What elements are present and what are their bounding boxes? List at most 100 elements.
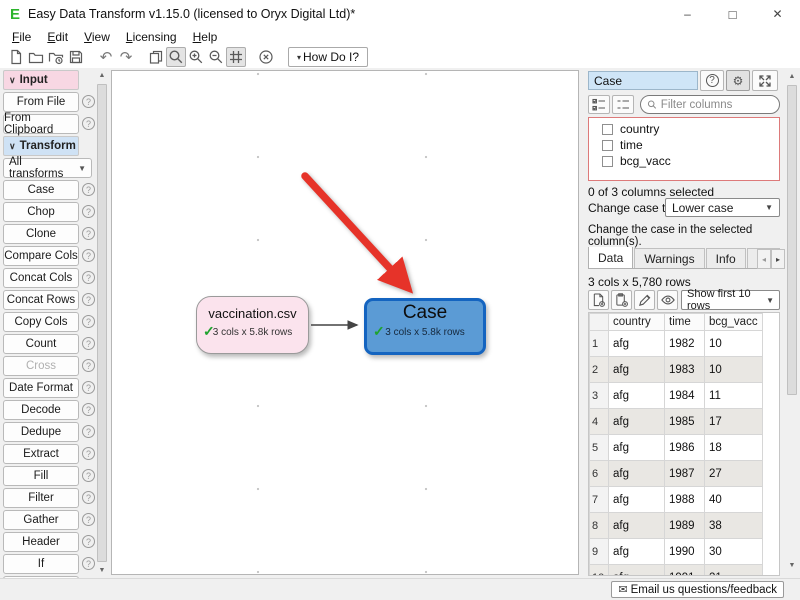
scrollbar-thumb[interactable]: [787, 85, 797, 395]
cell[interactable]: afg: [609, 539, 665, 565]
right-panel-scrollbar[interactable]: ▲ ▼: [786, 70, 798, 572]
minimize-button[interactable]: –: [665, 0, 710, 28]
cell[interactable]: 1991: [665, 565, 705, 577]
cell[interactable]: 40: [705, 487, 763, 513]
tab-warnings[interactable]: Warnings: [634, 248, 704, 268]
scroll-down-icon[interactable]: ▼: [96, 567, 108, 574]
grid-snap-icon[interactable]: [226, 47, 246, 67]
help-icon[interactable]: ?: [82, 557, 95, 570]
cell[interactable]: 10: [705, 331, 763, 357]
sidebar-item-case[interactable]: Case: [3, 180, 79, 200]
eye-icon[interactable]: [657, 290, 678, 310]
cell[interactable]: 1983: [665, 357, 705, 383]
node-vaccination-csv[interactable]: vaccination.csv 3 cols x 5.8k rows ✓: [196, 296, 309, 354]
select-all-columns-icon[interactable]: [588, 95, 610, 114]
help-icon[interactable]: ?: [82, 117, 95, 130]
cell[interactable]: 1987: [665, 461, 705, 487]
cell[interactable]: 17: [705, 409, 763, 435]
copy-data-icon[interactable]: [611, 290, 632, 310]
help-icon[interactable]: ?: [82, 227, 95, 240]
cell[interactable]: afg: [609, 435, 665, 461]
cell[interactable]: afg: [609, 357, 665, 383]
help-icon[interactable]: ?: [82, 535, 95, 548]
tab-info[interactable]: Info: [706, 248, 746, 268]
sidebar-item-clone[interactable]: Clone: [3, 224, 79, 244]
sidebar-item-fill[interactable]: Fill: [3, 466, 79, 486]
export-data-icon[interactable]: [588, 290, 609, 310]
sidebar-item-from-file[interactable]: From File: [3, 92, 79, 112]
help-icon[interactable]: ?: [82, 513, 95, 526]
cell[interactable]: 30: [705, 539, 763, 565]
col-header-time[interactable]: time: [665, 314, 705, 331]
checkbox[interactable]: [602, 124, 613, 135]
cell[interactable]: 1989: [665, 513, 705, 539]
duplicate-icon[interactable]: [146, 47, 166, 67]
undo-icon[interactable]: ↶: [96, 47, 116, 67]
help-icon[interactable]: ?: [82, 271, 95, 284]
sidebar-item-if[interactable]: If: [3, 554, 79, 574]
help-icon[interactable]: ?: [82, 359, 95, 372]
help-icon[interactable]: ?: [82, 337, 95, 350]
help-icon[interactable]: ?: [82, 469, 95, 482]
change-case-dropdown[interactable]: Lower case▼: [665, 198, 780, 217]
menu-help[interactable]: Help: [185, 29, 226, 45]
col-header-bcg-vacc[interactable]: bcg_vacc: [705, 314, 763, 331]
col-header-country[interactable]: country: [609, 314, 665, 331]
help-icon[interactable]: ?: [82, 249, 95, 262]
checkbox[interactable]: [602, 140, 613, 151]
cell[interactable]: 27: [705, 461, 763, 487]
sidebar-scrollbar[interactable]: ▲ ▼: [96, 70, 108, 576]
how-do-i-button[interactable]: ▾How Do I?: [288, 47, 368, 67]
column-item-time[interactable]: time: [589, 137, 779, 153]
cell[interactable]: afg: [609, 487, 665, 513]
help-icon[interactable]: ?: [82, 205, 95, 218]
email-feedback-button[interactable]: ✉Email us questions/feedback: [611, 581, 784, 598]
help-icon[interactable]: ?: [82, 425, 95, 438]
sidebar-item-from-clipboard[interactable]: From Clipboard: [3, 114, 79, 134]
transform-filter-dropdown[interactable]: All transforms▼: [3, 158, 92, 178]
edit-pencil-icon[interactable]: [634, 290, 655, 310]
cell[interactable]: 1985: [665, 409, 705, 435]
column-item-bcg-vacc[interactable]: bcg_vacc: [589, 153, 779, 169]
cell[interactable]: 1986: [665, 435, 705, 461]
help-icon[interactable]: ?: [82, 381, 95, 394]
maximize-button[interactable]: □: [710, 0, 755, 28]
sidebar-item-copy-cols[interactable]: Copy Cols: [3, 312, 79, 332]
menu-view[interactable]: View: [76, 29, 118, 45]
cell[interactable]: afg: [609, 461, 665, 487]
scroll-up-icon[interactable]: ▲: [96, 72, 108, 79]
reset-zoom-icon[interactable]: [256, 47, 276, 67]
cell[interactable]: 18: [705, 435, 763, 461]
sidebar-item-compare-cols[interactable]: Compare Cols: [3, 246, 79, 266]
transform-section-header[interactable]: ∨Transform: [3, 136, 79, 156]
sidebar-item-count[interactable]: Count: [3, 334, 79, 354]
search-icon[interactable]: [166, 47, 186, 67]
cell[interactable]: afg: [609, 513, 665, 539]
help-icon[interactable]: ?: [82, 95, 95, 108]
help-icon[interactable]: ?: [82, 315, 95, 328]
input-section-header[interactable]: ∨Input: [3, 70, 79, 90]
sidebar-item-decode[interactable]: Decode: [3, 400, 79, 420]
cell[interactable]: 1990: [665, 539, 705, 565]
transform-name-field[interactable]: Case: [588, 71, 698, 90]
sidebar-item-concat-cols[interactable]: Concat Cols: [3, 268, 79, 288]
menu-file[interactable]: File: [4, 29, 39, 45]
open-project-icon[interactable]: [26, 47, 46, 67]
node-case[interactable]: Case 3 cols x 5.8k rows ✓: [364, 298, 486, 355]
cell[interactable]: afg: [609, 383, 665, 409]
cell[interactable]: 38: [705, 513, 763, 539]
sidebar-item-header[interactable]: Header: [3, 532, 79, 552]
sidebar-item-dedupe[interactable]: Dedupe: [3, 422, 79, 442]
zoom-out-icon[interactable]: [206, 47, 226, 67]
workflow-canvas[interactable]: vaccination.csv 3 cols x 5.8k rows ✓ Cas…: [111, 70, 579, 575]
help-icon[interactable]: ?: [82, 491, 95, 504]
sidebar-item-chop[interactable]: Chop: [3, 202, 79, 222]
help-icon[interactable]: ?: [82, 447, 95, 460]
sidebar-item-extract[interactable]: Extract: [3, 444, 79, 464]
cell[interactable]: 11: [705, 383, 763, 409]
close-button[interactable]: ✕: [755, 0, 800, 28]
menu-licensing[interactable]: Licensing: [118, 29, 185, 45]
cell[interactable]: 10: [705, 357, 763, 383]
expand-panel-icon[interactable]: [752, 70, 778, 91]
sidebar-item-gather[interactable]: Gather: [3, 510, 79, 530]
